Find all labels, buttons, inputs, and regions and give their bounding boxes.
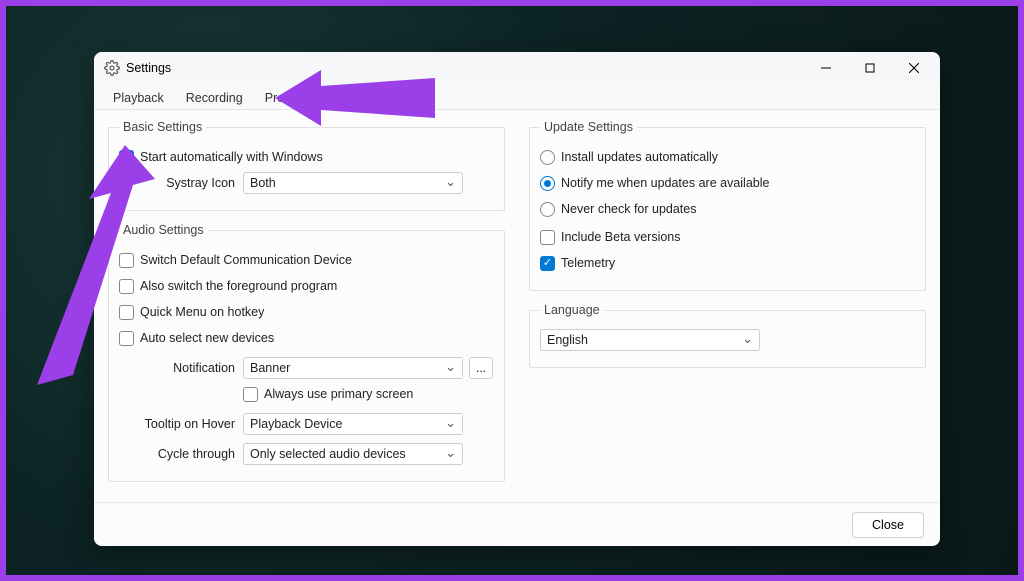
window-title: Settings — [126, 61, 171, 75]
language-select[interactable]: English — [540, 329, 760, 351]
include-beta-checkbox[interactable] — [540, 230, 555, 245]
telemetry-label: Telemetry — [561, 256, 615, 270]
switch-comm-checkbox[interactable] — [119, 253, 134, 268]
basic-settings-legend: Basic Settings — [119, 120, 206, 134]
tab-settings[interactable]: Settings — [317, 87, 384, 110]
quick-menu-checkbox[interactable] — [119, 305, 134, 320]
titlebar: Settings — [94, 52, 940, 84]
update-settings-group: Update Settings Install updates automati… — [529, 120, 926, 291]
switch-comm-label: Switch Default Communication Device — [140, 253, 352, 267]
start-automatically-checkbox[interactable] — [119, 150, 134, 165]
update-settings-legend: Update Settings — [540, 120, 637, 134]
tab-profiles[interactable]: Profiles — [254, 86, 318, 109]
notification-more-button[interactable]: ... — [469, 357, 493, 379]
update-notify-radio[interactable] — [540, 176, 555, 191]
tooltip-hover-label: Tooltip on Hover — [139, 417, 235, 431]
dialog-footer: Close — [94, 502, 940, 546]
start-automatically-label: Start automatically with Windows — [140, 150, 323, 164]
audio-settings-group: Audio Settings Switch Default Communicat… — [108, 223, 505, 482]
content-area: Basic Settings Start automatically with … — [94, 110, 940, 502]
cycle-through-label: Cycle through — [139, 447, 235, 461]
gear-icon — [104, 60, 120, 76]
quick-menu-label: Quick Menu on hotkey — [140, 305, 264, 319]
language-legend: Language — [540, 303, 604, 317]
auto-select-checkbox[interactable] — [119, 331, 134, 346]
update-auto-label: Install updates automatically — [561, 150, 718, 164]
right-column: Update Settings Install updates automati… — [529, 120, 926, 492]
update-never-label: Never check for updates — [561, 202, 697, 216]
systray-icon-label: Systray Icon — [139, 176, 235, 190]
tooltip-hover-select[interactable]: Playback Device — [243, 413, 463, 435]
telemetry-checkbox[interactable] — [540, 256, 555, 271]
settings-window: Settings Playback Recording Profiles Set… — [94, 52, 940, 546]
notification-select[interactable]: Banner — [243, 357, 463, 379]
also-foreground-label: Also switch the foreground program — [140, 279, 337, 293]
close-window-button[interactable] — [892, 53, 936, 83]
tab-bar: Playback Recording Profiles Settings — [94, 84, 940, 110]
close-button[interactable]: Close — [852, 512, 924, 538]
window-controls — [804, 53, 936, 83]
cycle-through-select[interactable]: Only selected audio devices — [243, 443, 463, 465]
basic-settings-group: Basic Settings Start automatically with … — [108, 120, 505, 211]
tab-recording[interactable]: Recording — [175, 86, 254, 109]
update-never-radio[interactable] — [540, 202, 555, 217]
auto-select-label: Auto select new devices — [140, 331, 274, 345]
also-foreground-checkbox[interactable] — [119, 279, 134, 294]
minimize-button[interactable] — [804, 53, 848, 83]
systray-icon-select[interactable]: Both — [243, 172, 463, 194]
always-primary-checkbox[interactable] — [243, 387, 258, 402]
update-notify-label: Notify me when updates are available — [561, 176, 769, 190]
audio-settings-legend: Audio Settings — [119, 223, 208, 237]
language-group: Language English — [529, 303, 926, 368]
maximize-button[interactable] — [848, 53, 892, 83]
tab-playback[interactable]: Playback — [102, 86, 175, 109]
left-column: Basic Settings Start automatically with … — [108, 120, 505, 492]
notification-label: Notification — [139, 361, 235, 375]
update-auto-radio[interactable] — [540, 150, 555, 165]
always-primary-label: Always use primary screen — [264, 387, 413, 401]
include-beta-label: Include Beta versions — [561, 230, 681, 244]
